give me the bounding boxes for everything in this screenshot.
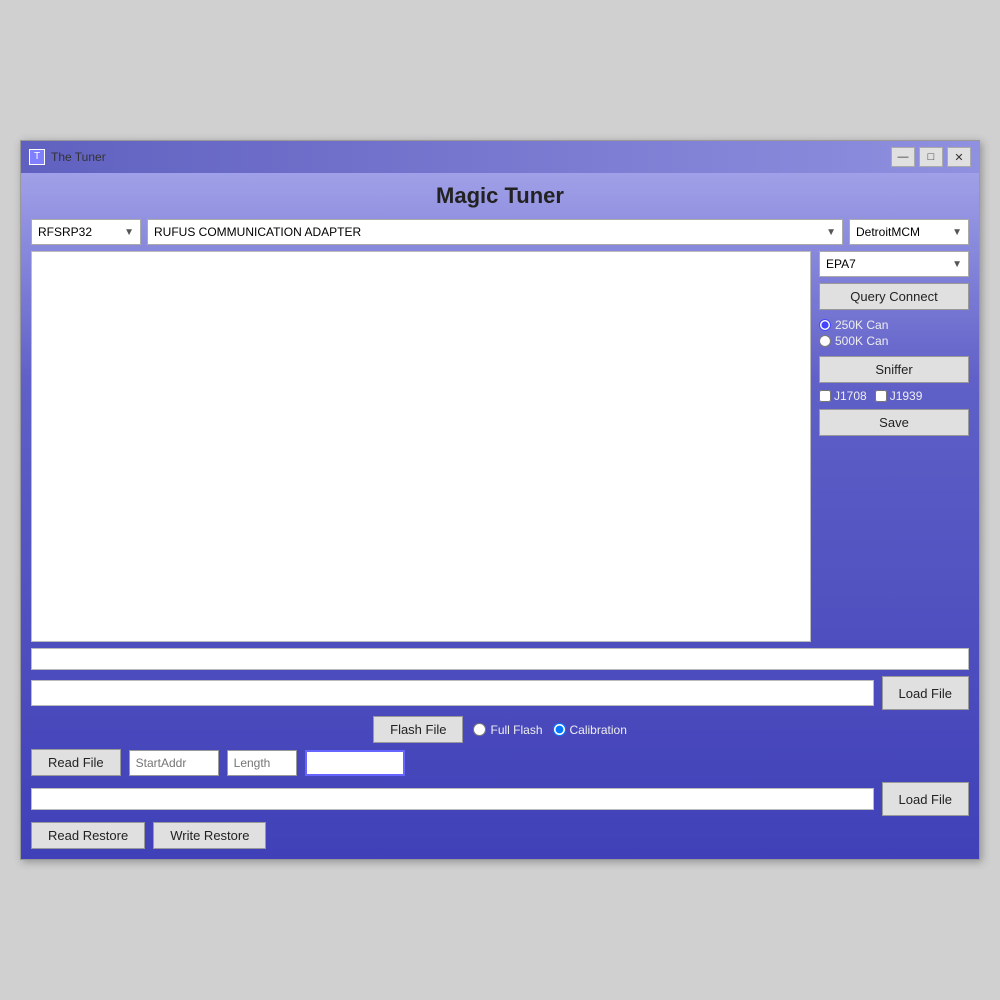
adapter-dropdown-arrow: ▼ bbox=[826, 227, 836, 238]
epa-dropdown-value: EPA7 bbox=[826, 257, 856, 271]
calibration-radio[interactable] bbox=[553, 723, 566, 736]
query-connect-button[interactable]: Query Connect bbox=[819, 283, 969, 310]
load-file-row-2: Load File bbox=[31, 782, 969, 816]
read-restore-button[interactable]: Read Restore bbox=[31, 822, 145, 849]
top-controls: RFSRP32 ▼ RUFUS COMMUNICATION ADAPTER ▼ … bbox=[31, 219, 969, 245]
full-flash-radio[interactable] bbox=[473, 723, 486, 736]
read-file-row: Read File bbox=[31, 749, 969, 776]
checkbox-group: J1708 J1939 bbox=[819, 389, 969, 403]
j1708-checkbox[interactable] bbox=[819, 390, 831, 402]
load-file-row-1: Load File bbox=[31, 676, 969, 710]
j1939-checkbox[interactable] bbox=[875, 390, 887, 402]
close-button[interactable]: ✕ bbox=[947, 147, 971, 167]
value-input[interactable] bbox=[305, 750, 405, 776]
radio-500k[interactable]: 500K Can bbox=[819, 334, 969, 348]
window-controls: — □ ✕ bbox=[891, 147, 971, 167]
maximize-button[interactable]: □ bbox=[919, 147, 943, 167]
calibration-text: Calibration bbox=[570, 723, 627, 737]
write-restore-button[interactable]: Write Restore bbox=[153, 822, 266, 849]
ecu-dropdown-arrow: ▼ bbox=[952, 227, 962, 238]
adapter-dropdown-value: RUFUS COMMUNICATION ADAPTER bbox=[154, 225, 361, 239]
minimize-button[interactable]: — bbox=[891, 147, 915, 167]
protocol-dropdown-value: RFSRP32 bbox=[38, 225, 92, 239]
radio-500k-input[interactable] bbox=[819, 335, 831, 347]
ecu-dropdown-value: DetroitMCM bbox=[856, 225, 920, 239]
length-input[interactable] bbox=[227, 750, 297, 776]
radio-250k[interactable]: 250K Can bbox=[819, 318, 969, 332]
sniffer-button[interactable]: Sniffer bbox=[819, 356, 969, 383]
calibration-label[interactable]: Calibration bbox=[553, 723, 627, 737]
adapter-dropdown[interactable]: RUFUS COMMUNICATION ADAPTER ▼ bbox=[147, 219, 843, 245]
protocol-dropdown-arrow: ▼ bbox=[124, 227, 134, 238]
main-window: T The Tuner — □ ✕ Magic Tuner RFSRP32 ▼ … bbox=[20, 140, 980, 860]
save-button[interactable]: Save bbox=[819, 409, 969, 436]
window-title: The Tuner bbox=[51, 150, 891, 164]
protocol-dropdown[interactable]: RFSRP32 ▼ bbox=[31, 219, 141, 245]
radio-250k-input[interactable] bbox=[819, 319, 831, 331]
radio-250k-label: 250K Can bbox=[835, 318, 888, 332]
title-bar: T The Tuner — □ ✕ bbox=[21, 141, 979, 173]
ecu-dropdown[interactable]: DetroitMCM ▼ bbox=[849, 219, 969, 245]
can-radio-group: 250K Can 500K Can bbox=[819, 316, 969, 350]
flash-file-row: Flash File Full Flash Calibration bbox=[31, 716, 969, 743]
right-panel: EPA7 ▼ Query Connect 250K Can 500K Can S… bbox=[819, 251, 969, 642]
start-addr-input[interactable] bbox=[129, 750, 219, 776]
log-area bbox=[31, 251, 811, 642]
file-path-display-1 bbox=[31, 680, 874, 706]
load-file-button-1[interactable]: Load File bbox=[882, 676, 969, 710]
read-file-button[interactable]: Read File bbox=[31, 749, 121, 776]
main-row: EPA7 ▼ Query Connect 250K Can 500K Can S… bbox=[31, 251, 969, 642]
restore-row: Read Restore Write Restore bbox=[31, 822, 969, 849]
j1939-label: J1939 bbox=[890, 389, 923, 403]
full-flash-label[interactable]: Full Flash bbox=[473, 723, 542, 737]
app-title: Magic Tuner bbox=[31, 183, 969, 209]
j1708-checkbox-label[interactable]: J1708 bbox=[819, 389, 867, 403]
epa-dropdown[interactable]: EPA7 ▼ bbox=[819, 251, 969, 277]
j1708-label: J1708 bbox=[834, 389, 867, 403]
radio-500k-label: 500K Can bbox=[835, 334, 888, 348]
file-path-display-2 bbox=[31, 788, 874, 810]
progress-bar-1 bbox=[31, 648, 969, 670]
content-area: Magic Tuner RFSRP32 ▼ RUFUS COMMUNICATIO… bbox=[21, 173, 979, 859]
app-icon: T bbox=[29, 149, 45, 165]
full-flash-text: Full Flash bbox=[490, 723, 542, 737]
j1939-checkbox-label[interactable]: J1939 bbox=[875, 389, 923, 403]
load-file-button-2[interactable]: Load File bbox=[882, 782, 969, 816]
epa-dropdown-arrow: ▼ bbox=[952, 259, 962, 270]
flash-file-button[interactable]: Flash File bbox=[373, 716, 463, 743]
